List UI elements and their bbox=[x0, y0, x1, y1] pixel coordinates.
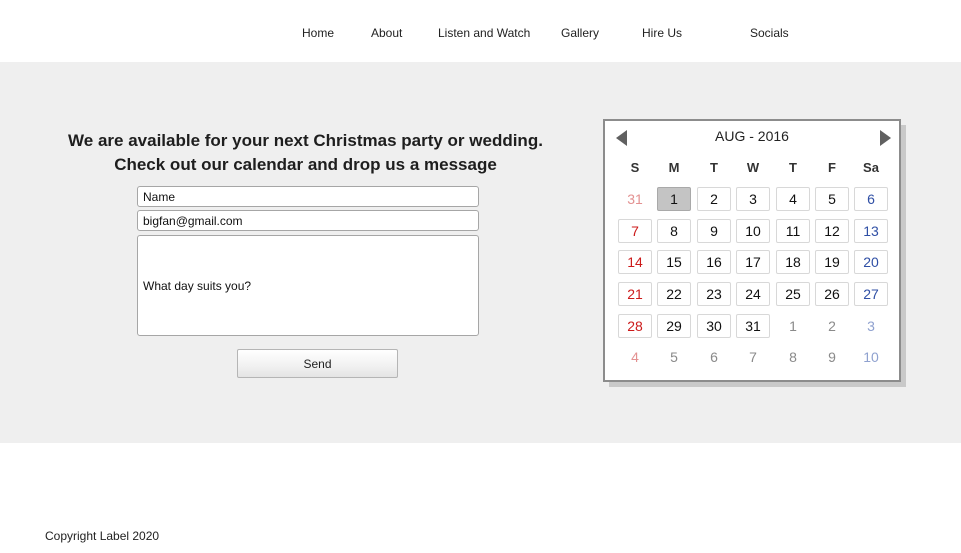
top-navigation-bar: Home About Listen and Watch Gallery Hire… bbox=[0, 0, 961, 62]
nav-hire-us-link[interactable]: Hire Us bbox=[642, 26, 682, 40]
calendar-day[interactable]: 2 bbox=[697, 187, 731, 211]
send-button[interactable]: Send bbox=[237, 349, 398, 378]
calendar-day[interactable]: 27 bbox=[854, 282, 888, 306]
email-field[interactable]: bigfan@gmail.com bbox=[137, 210, 479, 231]
calendar-day[interactable]: 23 bbox=[697, 282, 731, 306]
calendar-day[interactable]: 29 bbox=[657, 314, 691, 338]
calendar-day[interactable]: 15 bbox=[657, 250, 691, 274]
calendar-day-outside-month[interactable]: 31 bbox=[618, 187, 652, 211]
nav-listen-and-watch-link[interactable]: Listen and Watch bbox=[438, 26, 530, 40]
calendar-day-outside-month[interactable]: 2 bbox=[815, 314, 849, 338]
weekday-header: T bbox=[789, 160, 797, 175]
calendar-day[interactable]: 24 bbox=[736, 282, 770, 306]
calendar-day[interactable]: 13 bbox=[854, 219, 888, 243]
calendar-month-title: AUG - 2016 bbox=[715, 128, 789, 144]
calendar-day[interactable]: 1 bbox=[657, 187, 691, 211]
calendar-day[interactable]: 4 bbox=[776, 187, 810, 211]
weekday-header: Sa bbox=[863, 160, 879, 175]
calendar-day[interactable]: 3 bbox=[736, 187, 770, 211]
calendar-day-outside-month[interactable]: 10 bbox=[854, 345, 888, 369]
calendar-day[interactable]: 19 bbox=[815, 250, 849, 274]
calendar-day-outside-month[interactable]: 5 bbox=[657, 345, 691, 369]
triangle-right-icon[interactable] bbox=[880, 130, 891, 146]
calendar-day-outside-month[interactable]: 8 bbox=[776, 345, 810, 369]
calendar-day-outside-month[interactable]: 7 bbox=[736, 345, 770, 369]
calendar-day[interactable]: 5 bbox=[815, 187, 849, 211]
nav-socials-link[interactable]: Socials bbox=[750, 26, 789, 40]
calendar-widget: AUG - 2016 S M T W T F Sa 31 1 2 3 4 5 6 7 8 9 10 11 12 13 14… bbox=[603, 119, 901, 382]
weekday-header: W bbox=[746, 160, 760, 175]
calendar-day-outside-month[interactable]: 1 bbox=[776, 314, 810, 338]
calendar-day[interactable]: 17 bbox=[736, 250, 770, 274]
name-field[interactable]: Name bbox=[137, 186, 479, 207]
calendar-day[interactable]: 28 bbox=[618, 314, 652, 338]
weekday-header: F bbox=[828, 160, 836, 175]
weekday-header: M bbox=[668, 160, 680, 175]
weekday-header: T bbox=[710, 160, 718, 175]
calendar-day[interactable]: 6 bbox=[854, 187, 888, 211]
copyright-text: Copyright Label 2020 bbox=[45, 529, 160, 543]
nav-home-link[interactable]: Home bbox=[302, 26, 334, 40]
calendar-day[interactable]: 8 bbox=[657, 219, 691, 243]
calendar-day[interactable]: 20 bbox=[854, 250, 888, 274]
calendar-day[interactable]: 10 bbox=[736, 219, 770, 243]
calendar-day[interactable]: 16 bbox=[697, 250, 731, 274]
calendar-day[interactable]: 26 bbox=[815, 282, 849, 306]
calendar-day[interactable]: 9 bbox=[697, 219, 731, 243]
calendar-day[interactable]: 30 bbox=[697, 314, 731, 338]
headline-line-1: We are available for your next Christmas… bbox=[68, 131, 543, 150]
calendar-day-outside-month[interactable]: 6 bbox=[697, 345, 731, 369]
calendar-day[interactable]: 12 bbox=[815, 219, 849, 243]
calendar-day[interactable]: 21 bbox=[618, 282, 652, 306]
calendar-day[interactable]: 11 bbox=[776, 219, 810, 243]
calendar-day-outside-month[interactable]: 9 bbox=[815, 345, 849, 369]
calendar-day[interactable]: 18 bbox=[776, 250, 810, 274]
calendar-day-outside-month[interactable]: 3 bbox=[854, 314, 888, 338]
weekday-header: S bbox=[630, 160, 640, 175]
headline-line-2: Check out our calendar and drop us a mes… bbox=[114, 155, 497, 174]
calendar-day[interactable]: 31 bbox=[736, 314, 770, 338]
calendar-day[interactable]: 14 bbox=[618, 250, 652, 274]
nav-gallery-link[interactable]: Gallery bbox=[561, 26, 599, 40]
message-textarea[interactable]: What day suits you? bbox=[137, 235, 479, 336]
calendar-day-outside-month[interactable]: 4 bbox=[618, 345, 652, 369]
nav-about-link[interactable]: About bbox=[371, 26, 402, 40]
calendar-day[interactable]: 25 bbox=[776, 282, 810, 306]
calendar-day[interactable]: 22 bbox=[657, 282, 691, 306]
calendar-day[interactable]: 7 bbox=[618, 219, 652, 243]
